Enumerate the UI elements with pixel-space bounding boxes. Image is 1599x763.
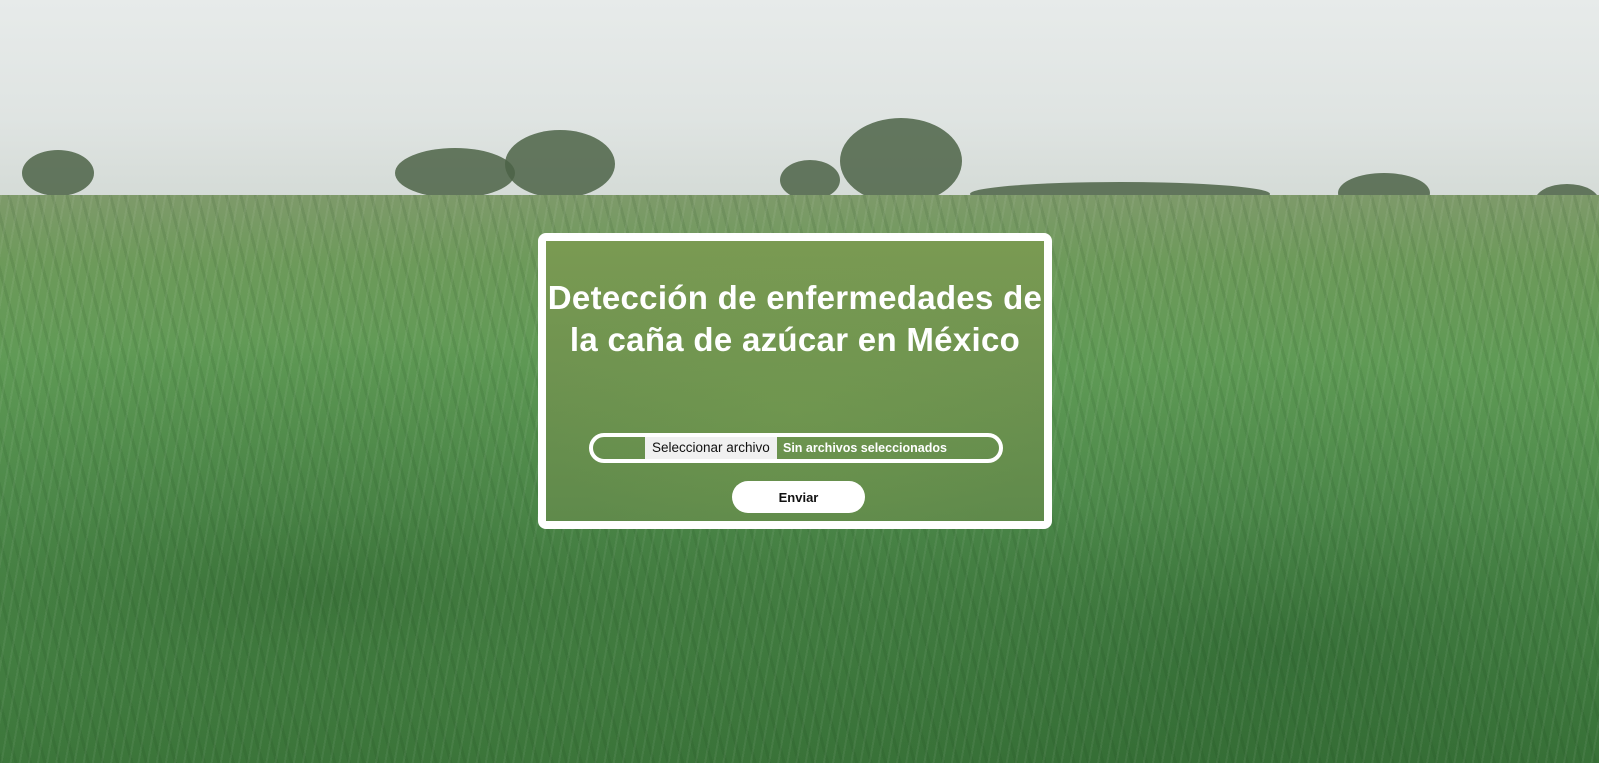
file-status-text: Sin archivos seleccionados [783,441,947,455]
tree [780,160,840,200]
tree [505,130,615,198]
submit-button[interactable]: Enviar [732,481,865,513]
page-title: Detección de enfermedades de la caña de … [547,279,1043,358]
select-file-button[interactable]: Seleccionar archivo [645,437,777,459]
upload-card: Detección de enfermedades de la caña de … [538,233,1052,529]
tree [840,118,962,204]
tree [395,148,515,198]
file-input[interactable]: Seleccionar archivo Sin archivos selecci… [589,433,1003,463]
tree [22,150,94,196]
